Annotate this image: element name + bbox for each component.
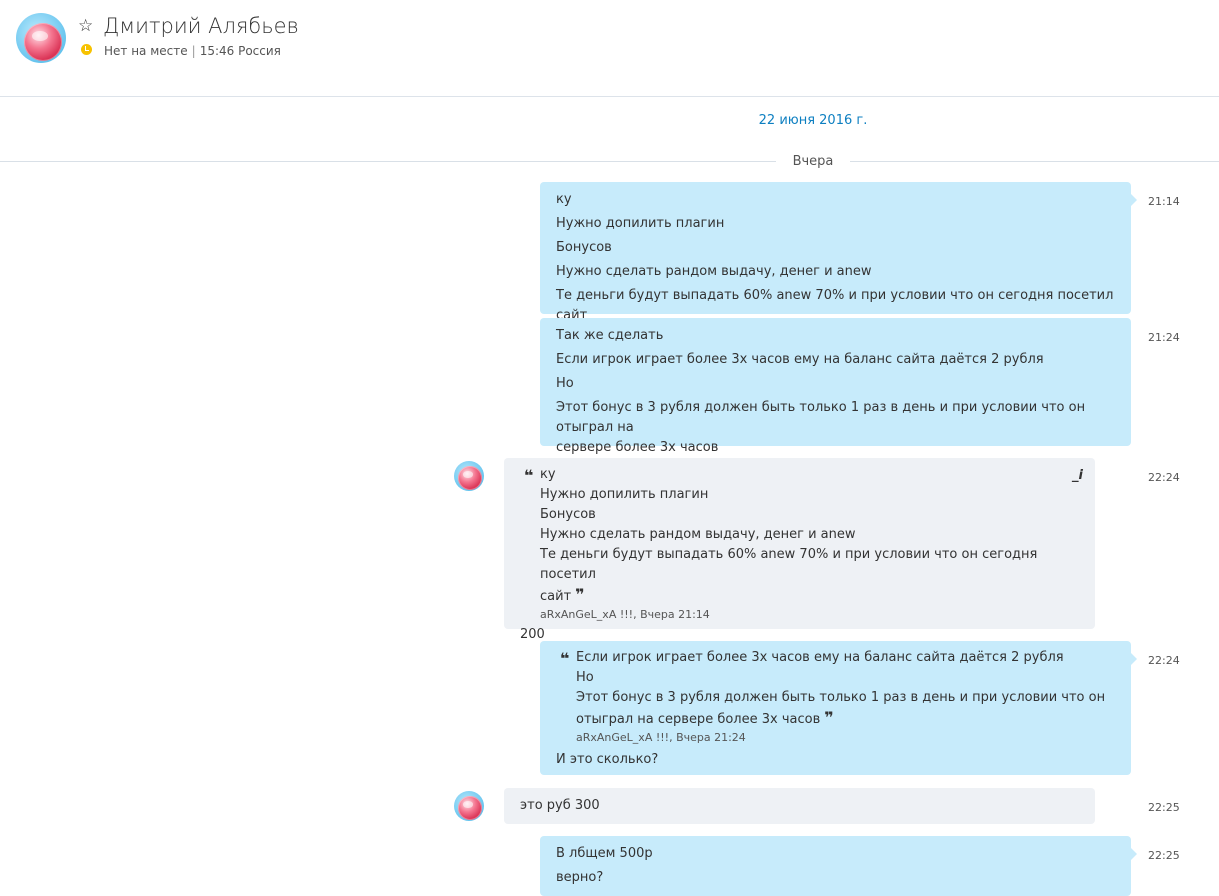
- message-line: ку: [556, 192, 572, 207]
- quote-open-icon: ❝: [524, 466, 534, 485]
- status-label: Нет на месте: [104, 44, 188, 58]
- quote-line: сайт: [540, 589, 572, 604]
- quote-line: Этот бонус в 3 рубля должен быть только …: [576, 690, 1106, 705]
- message-time: 21:14: [1148, 195, 1180, 208]
- message-line: Но: [556, 376, 574, 391]
- message-line: В лбщем 500р: [556, 846, 653, 861]
- message-text: И это сколько?: [556, 752, 659, 767]
- sender-avatar[interactable]: [454, 791, 484, 821]
- quote-close-icon: ❞: [575, 585, 585, 604]
- message-line: Нужно сделать рандом выдачу, денег и ane…: [556, 264, 872, 279]
- contact-avatar[interactable]: [16, 13, 66, 63]
- conversation-date: 22 июня 2016 г.: [758, 113, 868, 128]
- message-line: Если игрок играет более 3х часов ему на …: [556, 352, 1044, 367]
- quote-line: Если игрок играет более 3х часов ему на …: [576, 650, 1064, 665]
- contact-status: Нет на месте | 15:46 Россия: [104, 44, 281, 58]
- day-rule-right: [850, 161, 1219, 162]
- status-separator: |: [191, 44, 196, 58]
- quote-line: Нужно сделать рандом выдачу, денег и ane…: [540, 527, 856, 542]
- message-time: 22:24: [1148, 654, 1180, 667]
- header-divider: [0, 96, 1219, 97]
- quote-author: aRxAnGeL_xA !!!, Вчера 21:14: [540, 608, 710, 621]
- outgoing-message[interactable]: ку Нужно допилить плагин Бонусов Нужно с…: [540, 182, 1137, 323]
- quote-line: отыграл на сервере более 3х часов: [576, 712, 821, 727]
- quote-open-icon: ❝: [560, 649, 570, 668]
- quote-line-last: отыграл на сервере более 3х часов ❞: [576, 708, 1115, 730]
- day-rule-left: [0, 161, 776, 162]
- local-time: 15:46 Россия: [199, 44, 281, 58]
- message-text: это руб 300: [520, 798, 600, 813]
- incoming-message[interactable]: это руб 300: [504, 788, 1095, 824]
- message-line: Так же сделать: [556, 328, 664, 343]
- quote-line: Те деньги будут выпадать 60% anew 70% и …: [540, 547, 1038, 582]
- message-line: Нужно допилить плагин: [556, 216, 725, 231]
- message-time: 22:24: [1148, 471, 1180, 484]
- contact-name[interactable]: Дмитрий Алябьев: [103, 14, 299, 38]
- message-line: сервере более 3х часов: [556, 440, 719, 455]
- outgoing-message[interactable]: Так же сделать Если игрок играет более 3…: [540, 318, 1131, 455]
- message-line: Этот бонус в 3 рубля должен быть только …: [556, 400, 1086, 435]
- message-time: 21:24: [1148, 331, 1180, 344]
- day-divider-label: Вчера: [792, 154, 834, 169]
- message-time: 22:25: [1148, 801, 1180, 814]
- sender-avatar[interactable]: [454, 461, 484, 491]
- quoted-message: ❝ Если игрок играет более 3х часов ему н…: [556, 648, 1115, 746]
- outgoing-message[interactable]: В лбщем 500р верно?: [540, 836, 1137, 896]
- quote-line: Бонусов: [540, 507, 596, 522]
- message-line: Бонусов: [556, 240, 612, 255]
- outgoing-message[interactable]: ❝ Если игрок играет более 3х часов ему н…: [540, 641, 1137, 775]
- clock-icon: [81, 44, 92, 55]
- quote-line: Нужно допилить плагин: [540, 487, 709, 502]
- quote-author: aRxAnGeL_xA !!!, Вчера 21:24: [576, 731, 746, 744]
- quote-line: ку: [540, 467, 556, 482]
- message-line: верно?: [556, 870, 604, 885]
- star-icon[interactable]: ☆: [78, 16, 93, 36]
- message-time: 22:25: [1148, 849, 1180, 862]
- incoming-message[interactable]: _i ❝ ку Нужно допилить плагин Бонусов Ну…: [504, 458, 1095, 642]
- quoted-message: ❝ ку Нужно допилить плагин Бонусов Нужно…: [520, 465, 1079, 623]
- quote-line: Но: [576, 670, 594, 685]
- quote-line-last: сайт ❞: [540, 585, 1079, 607]
- quote-close-icon: ❞: [824, 708, 834, 727]
